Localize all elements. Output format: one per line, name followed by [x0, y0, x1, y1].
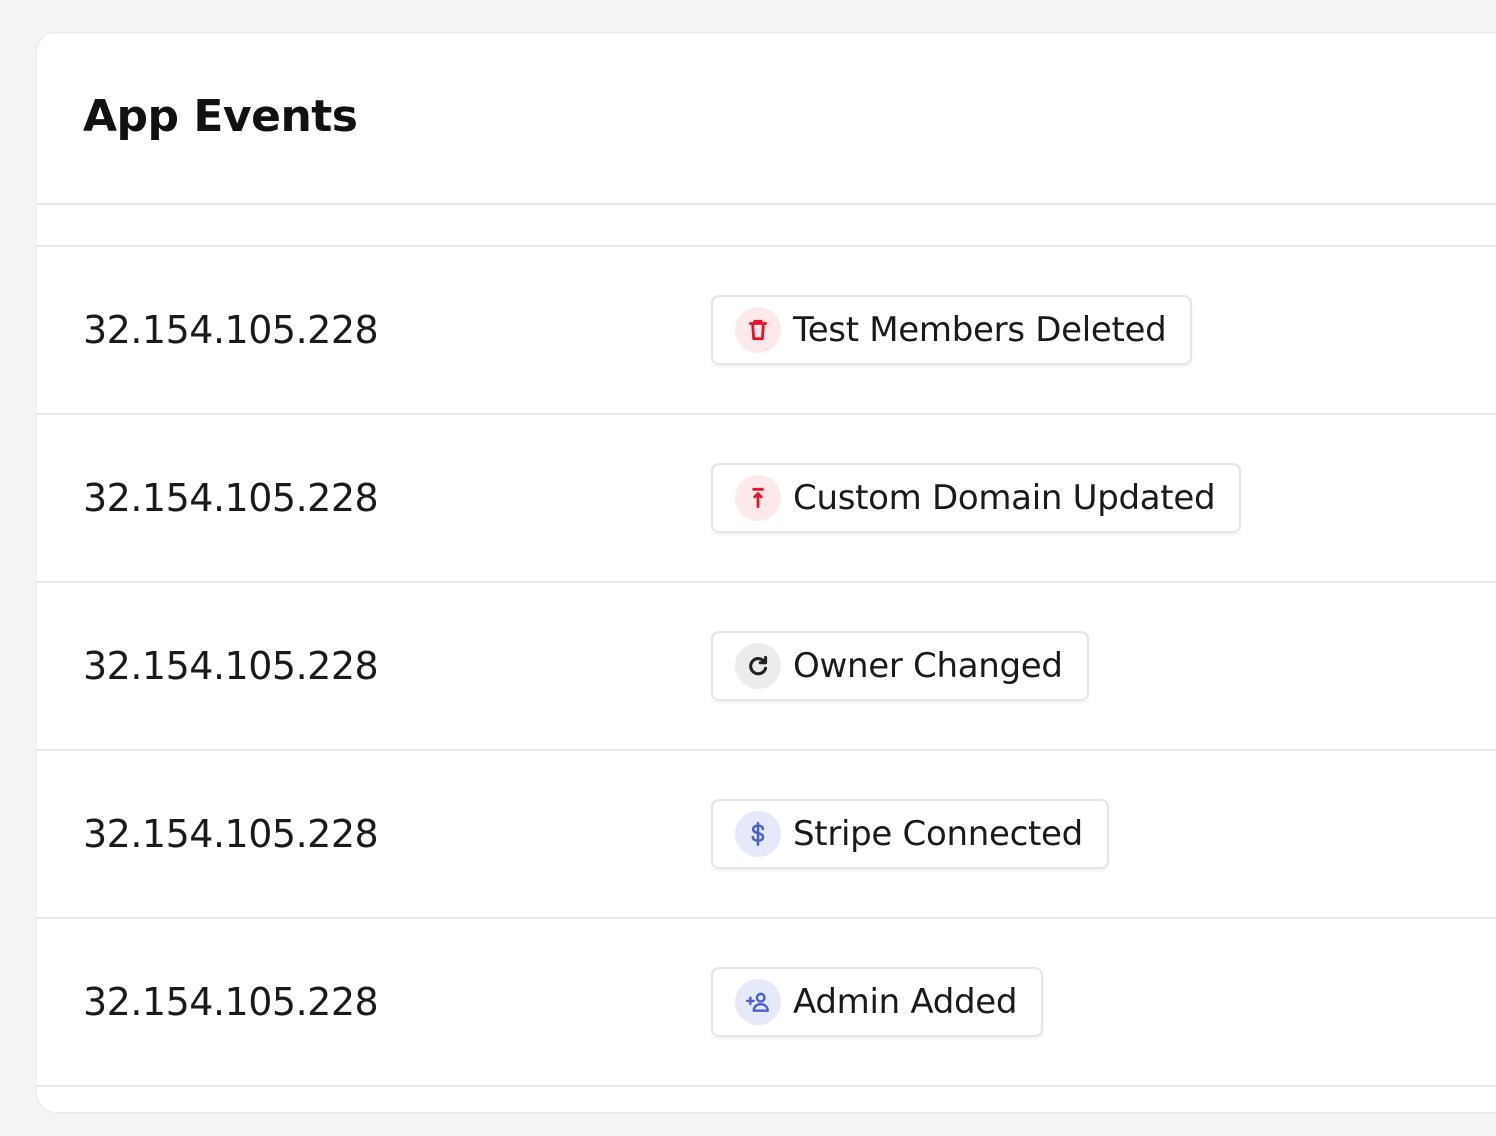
- event-badge: Stripe Connected: [711, 799, 1109, 869]
- ip-address: 32.154.105.228: [83, 812, 379, 856]
- table-header-row: [37, 205, 1496, 247]
- user-plus-icon: [735, 979, 781, 1025]
- table-row[interactable]: 32.154.105.228 Custom Domain Updated: [37, 415, 1496, 583]
- event-label: Admin Added: [793, 982, 1018, 1022]
- event-badge: Test Members Deleted: [711, 295, 1193, 365]
- event-label: Test Members Deleted: [793, 310, 1167, 350]
- event-badge: Owner Changed: [711, 631, 1089, 701]
- ip-address: 32.154.105.228: [83, 476, 379, 520]
- event-label: Owner Changed: [793, 646, 1063, 686]
- card-title: App Events: [83, 90, 358, 142]
- card-header: App Events: [37, 33, 1496, 205]
- event-badge: Custom Domain Updated: [711, 463, 1242, 533]
- table-row[interactable]: 32.154.105.228 Test Members Deleted: [37, 247, 1496, 415]
- event-label: Stripe Connected: [793, 814, 1083, 854]
- event-badge: Admin Added: [711, 967, 1044, 1037]
- ip-address: 32.154.105.228: [83, 308, 379, 352]
- trash-icon: [735, 307, 781, 353]
- refresh-icon: [735, 643, 781, 689]
- app-events-card: App Events 32.154.105.228 Test Members D…: [36, 32, 1496, 1113]
- ip-address: 32.154.105.228: [83, 980, 379, 1024]
- table-row[interactable]: 32.154.105.228 Admin Added: [37, 919, 1496, 1087]
- table-row[interactable]: 32.154.105.228 Owner Changed: [37, 583, 1496, 751]
- event-label: Custom Domain Updated: [793, 478, 1216, 518]
- table-row[interactable]: 32.154.105.228 Stripe Connected: [37, 751, 1496, 919]
- dollar-icon: [735, 811, 781, 857]
- ip-address: 32.154.105.228: [83, 644, 379, 688]
- upload-arrow-icon: [735, 475, 781, 521]
